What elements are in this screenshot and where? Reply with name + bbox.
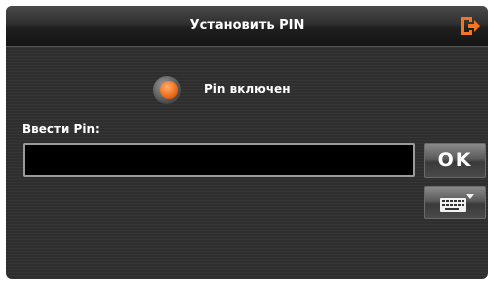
toggle-indicator bbox=[160, 81, 178, 99]
radio-toggle-icon bbox=[153, 76, 181, 104]
keyboard-icon bbox=[440, 194, 474, 212]
exit-button[interactable] bbox=[458, 14, 482, 38]
enter-pin-label: Ввести Pin: bbox=[22, 122, 100, 136]
pin-enabled-toggle[interactable] bbox=[151, 76, 183, 104]
ok-button[interactable]: OK bbox=[424, 143, 486, 178]
keyboard-button[interactable] bbox=[424, 186, 486, 219]
page-title: Установить PIN bbox=[189, 18, 305, 33]
exit-icon bbox=[461, 17, 480, 35]
pin-input[interactable] bbox=[23, 143, 415, 177]
pin-enabled-label: Pin включен bbox=[204, 82, 291, 96]
title-bar: Установить PIN bbox=[6, 6, 488, 47]
pin-settings-screen: Установить PIN Pin включен Ввести Pin: O… bbox=[6, 6, 488, 279]
